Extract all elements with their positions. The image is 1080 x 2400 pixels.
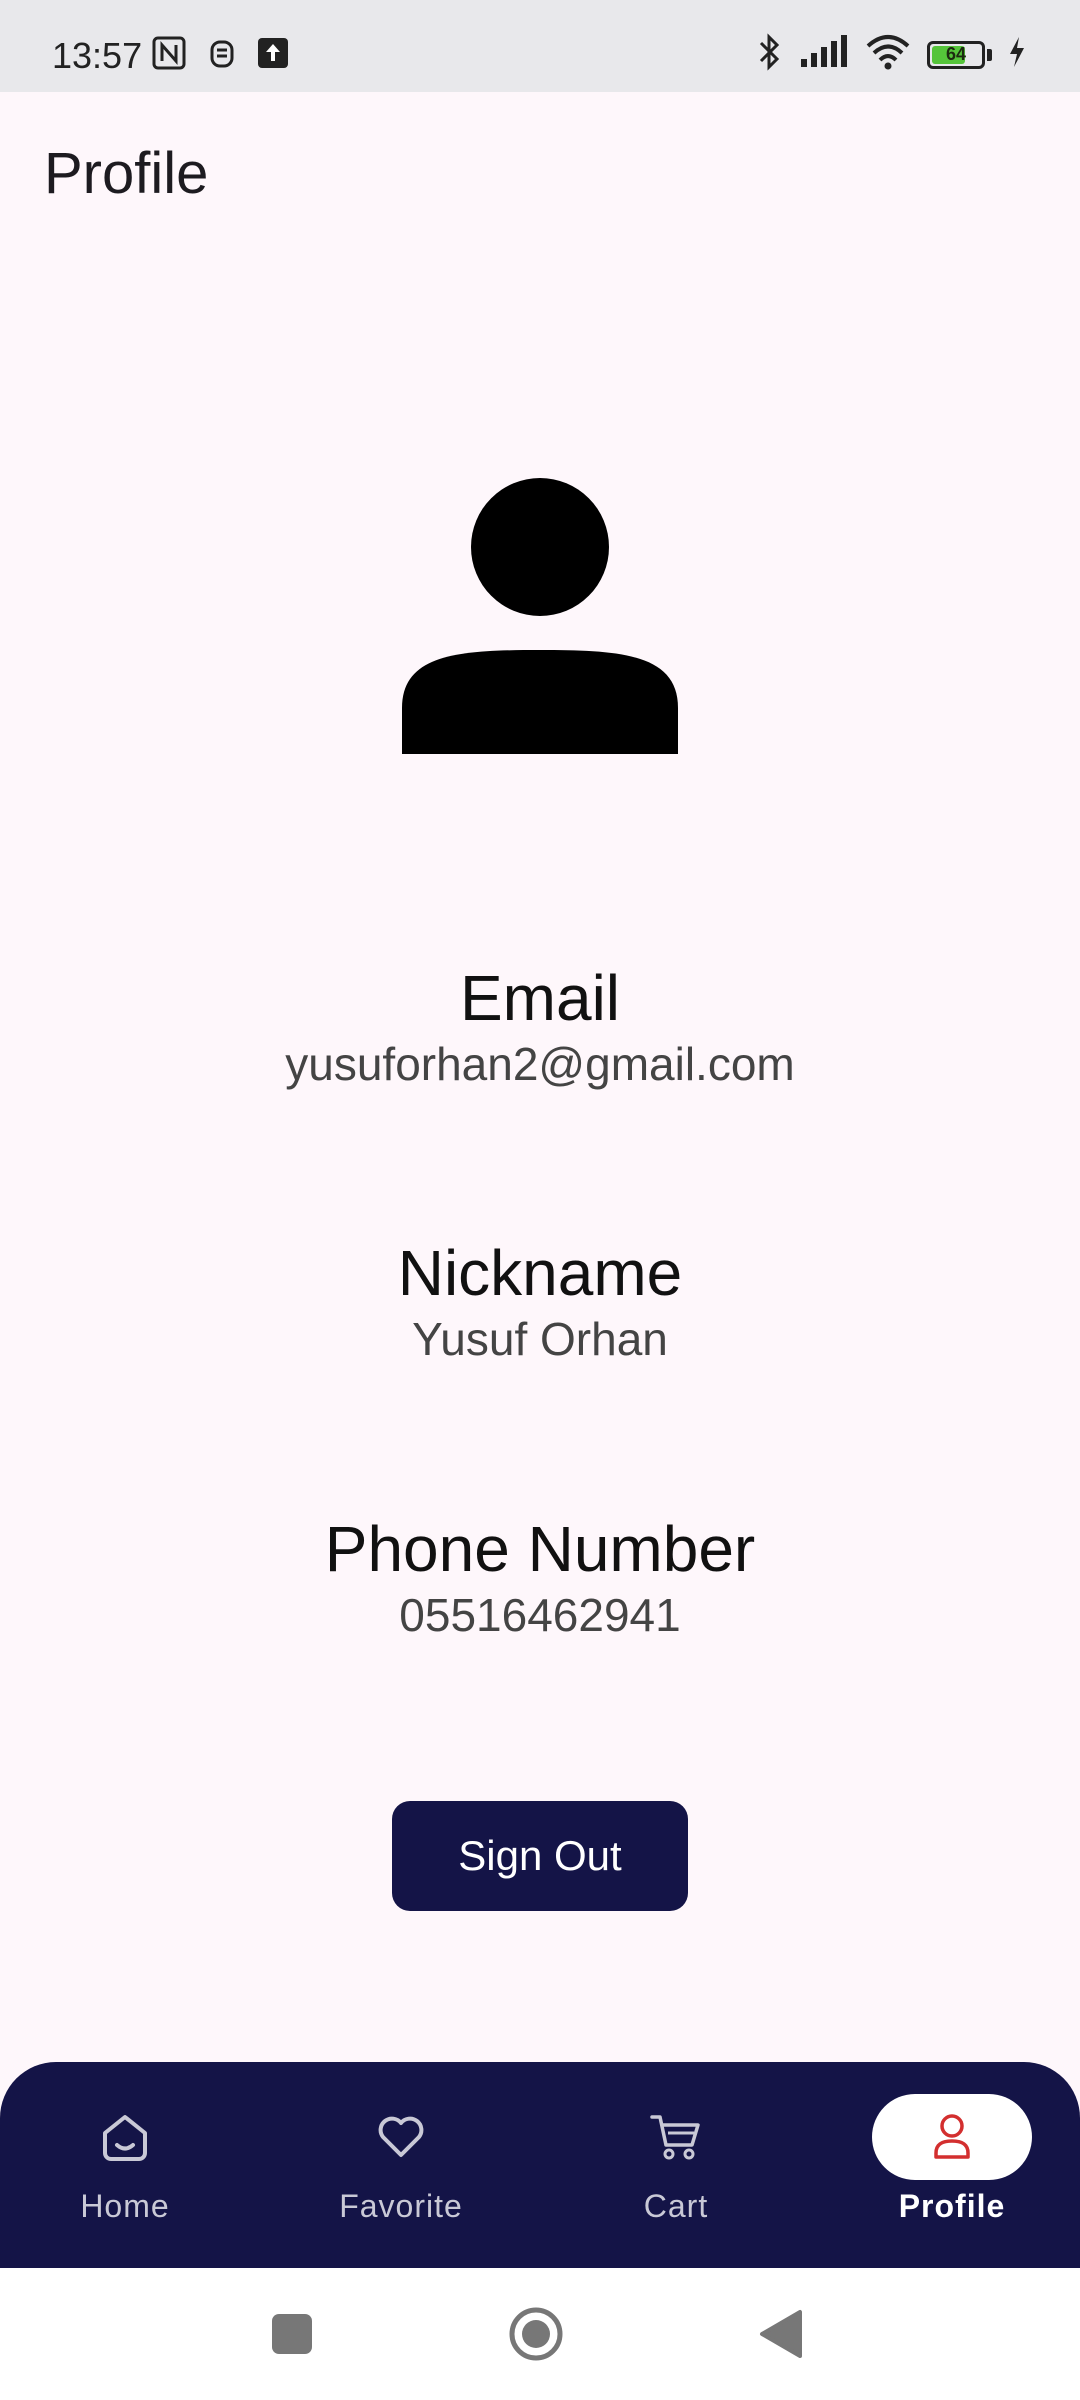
wifi-icon (865, 34, 911, 75)
sign-out-button[interactable]: Sign Out (392, 1801, 688, 1911)
person-icon (934, 2114, 970, 2159)
nav-item-home[interactable]: Home (0, 2062, 260, 2268)
nav-item-profile[interactable]: Profile (817, 2062, 1080, 2268)
status-time: 13:57 (52, 35, 143, 76)
nickname-section: Nickname Yusuf Orhan (0, 1237, 1080, 1367)
nav-label-home: Home (80, 2188, 170, 2224)
nav-icon-container (321, 2094, 481, 2180)
battery-icon: 64 (927, 40, 985, 69)
nav-icon-container-active (872, 2094, 1032, 2180)
system-nav-bar (0, 2268, 1080, 2400)
nav-item-favorite[interactable]: Favorite (266, 2062, 536, 2268)
page-title: Profile (44, 141, 209, 206)
nav-label-profile: Profile (898, 2188, 1006, 2224)
nav-label-favorite: Favorite (339, 2188, 463, 2224)
phone-value: 05516462941 (399, 1589, 681, 1641)
cart-icon (650, 2115, 700, 2160)
nav-label-cart: Cart (643, 2188, 709, 2224)
battery-tip (987, 48, 992, 61)
email-label: Email (459, 962, 621, 1034)
status-bar: 13:57 64 (0, 0, 1080, 92)
phone-label: Phone Number (324, 1513, 756, 1585)
recents-button[interactable] (270, 2268, 314, 2400)
home-button[interactable] (508, 2268, 564, 2400)
charging-icon (1008, 36, 1026, 73)
phone-section: Phone Number 05516462941 (0, 1513, 1080, 1643)
upload-icon (258, 38, 288, 73)
signal-icon (799, 35, 849, 74)
nickname-label: Nickname (397, 1237, 683, 1309)
back-triangle-icon (760, 2310, 802, 2358)
nav-icon-container (45, 2094, 205, 2180)
home-icon (103, 2115, 147, 2161)
nav-icon-container (596, 2094, 756, 2180)
email-section: Email yusuforhan2@gmail.com (0, 962, 1080, 1092)
email-value: yusuforhan2@gmail.com (285, 1038, 795, 1090)
alarm-icon (208, 36, 236, 75)
heart-icon (378, 2116, 424, 2157)
status-right-icons: 64 (757, 32, 1026, 77)
circle-icon (509, 2307, 563, 2361)
square-icon (272, 2314, 312, 2354)
nfc-icon (152, 36, 186, 75)
nickname-value: Yusuf Orhan (412, 1313, 668, 1365)
battery-level: 64 (945, 44, 967, 64)
status-left-icons (152, 36, 288, 75)
back-button[interactable] (758, 2268, 802, 2400)
nav-item-cart[interactable]: Cart (541, 2062, 811, 2268)
person-icon (402, 478, 678, 754)
bottom-nav: Home Favorite Cart Profile (0, 2062, 1080, 2268)
bluetooth-icon (757, 32, 783, 77)
avatar (402, 478, 678, 754)
